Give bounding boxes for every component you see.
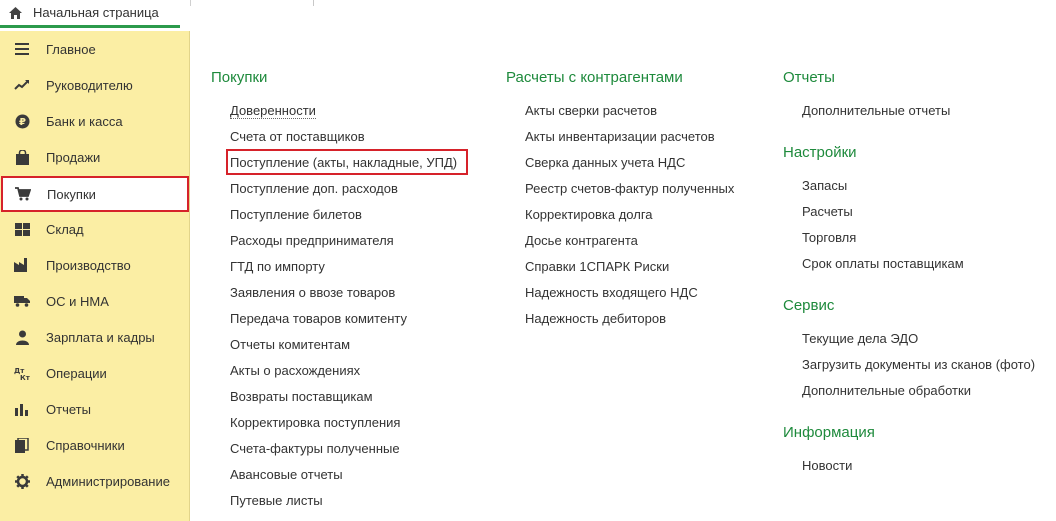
link-entrepreneur-expenses[interactable]: Расходы предпринимателя	[230, 233, 394, 248]
link-additional-processing[interactable]: Дополнительные обработки	[802, 383, 971, 398]
shopping-bag-icon	[14, 149, 30, 165]
link-vat-reconciliation[interactable]: Сверка данных учета НДС	[525, 155, 685, 170]
sidebar-item-sales[interactable]: Продажи	[0, 139, 190, 175]
sidebar-item-label: Отчеты	[46, 401, 91, 417]
link-spark-risks[interactable]: Справки 1СПАРК Риски	[525, 259, 669, 274]
sidebar-item-directories[interactable]: Справочники	[0, 427, 190, 463]
ruble-coin-icon: ₽	[14, 113, 30, 129]
svg-text:Кт: Кт	[20, 374, 30, 381]
link-news[interactable]: Новости	[802, 458, 852, 473]
sidebar-item-label: Покупки	[47, 186, 96, 202]
warehouse-grid-icon	[14, 221, 30, 237]
link-advance-reports[interactable]: Авансовые отчеты	[230, 467, 343, 482]
sidebar-item-purchases[interactable]: Покупки	[1, 176, 189, 212]
section-title-reports: Отчеты	[783, 69, 835, 86]
link-upload-scans[interactable]: Загрузить документы из сканов (фото)	[802, 357, 1035, 372]
sidebar-item-manager[interactable]: Руководителю	[0, 67, 190, 103]
link-reconciliation-acts[interactable]: Акты сверки расчетов	[525, 103, 657, 118]
person-icon	[14, 329, 30, 345]
link-edo-tasks[interactable]: Текущие дела ЭДО	[802, 331, 918, 346]
sidebar-item-label: Банк и касса	[46, 113, 123, 129]
menu-lines-icon	[14, 41, 30, 57]
link-vat-reliability[interactable]: Надежность входящего НДС	[525, 285, 698, 300]
sidebar: Главное Руководителю ₽ Банк и касса Прод…	[0, 31, 190, 521]
shopping-cart-icon	[15, 186, 31, 202]
home-icon	[8, 6, 23, 20]
link-supplier-invoices[interactable]: Счета от поставщиков	[230, 129, 365, 144]
sidebar-item-admin[interactable]: Администрирование	[0, 463, 190, 499]
link-stocks[interactable]: Запасы	[802, 178, 847, 193]
sidebar-item-salary[interactable]: Зарплата и кадры	[0, 319, 190, 355]
sidebar-item-label: Зарплата и кадры	[46, 329, 155, 345]
link-receipt-correction[interactable]: Корректировка поступления	[230, 415, 400, 430]
link-counterparty-dossier[interactable]: Досье контрагента	[525, 233, 638, 248]
trend-up-icon	[14, 77, 30, 93]
sidebar-item-production[interactable]: Производство	[0, 247, 190, 283]
app-window: Начальная страница Главное Руководителю …	[0, 0, 1056, 521]
tab-home[interactable]: Начальная страница	[0, 0, 180, 28]
sidebar-item-label: ОС и НМА	[46, 293, 109, 309]
gear-icon	[14, 473, 30, 489]
section-title-information: Информация	[783, 424, 875, 441]
truck-icon	[14, 293, 30, 309]
sidebar-item-label: Руководителю	[46, 77, 133, 93]
sidebar-item-fixed-assets[interactable]: ОС и НМА	[0, 283, 190, 319]
section-title-service: Сервис	[783, 297, 835, 314]
book-icon	[14, 437, 30, 453]
sidebar-item-bank[interactable]: ₽ Банк и касса	[0, 103, 190, 139]
link-received-invoices[interactable]: Счета-фактуры полученные	[230, 441, 400, 456]
sidebar-item-label: Главное	[46, 41, 96, 57]
sidebar-item-label: Администрирование	[46, 473, 170, 489]
link-additional-reports[interactable]: Дополнительные отчеты	[802, 103, 950, 118]
sidebar-item-warehouse[interactable]: Склад	[0, 211, 190, 247]
section-title-settings: Настройки	[783, 144, 857, 161]
link-additional-costs[interactable]: Поступление доп. расходов	[230, 181, 398, 196]
sidebar-item-label: Продажи	[46, 149, 101, 165]
link-trade[interactable]: Торговля	[802, 230, 856, 245]
link-consignor-reports[interactable]: Отчеты комитентам	[230, 337, 350, 352]
link-tickets[interactable]: Поступление билетов	[230, 207, 362, 222]
sidebar-item-label: Операции	[46, 365, 107, 381]
link-debtor-reliability[interactable]: Надежность дебиторов	[525, 311, 666, 326]
link-calculations[interactable]: Расчеты	[802, 204, 853, 219]
link-transfer-to-consignor[interactable]: Передача товаров комитенту	[230, 311, 407, 326]
section-title-settlements: Расчеты с контрагентами	[506, 69, 683, 86]
link-receipts[interactable]: Поступление (акты, накладные, УПД)	[230, 155, 457, 170]
link-powers-of-attorney[interactable]: Доверенности	[230, 104, 316, 119]
tab-home-label: Начальная страница	[33, 5, 159, 20]
link-waybills[interactable]: Путевые листы	[230, 493, 323, 508]
link-debt-correction[interactable]: Корректировка долга	[525, 207, 653, 222]
main-content: Покупки Доверенности Счета от поставщико…	[190, 31, 1056, 521]
section-title-purchases: Покупки	[211, 69, 268, 86]
content-border	[190, 0, 1056, 6]
debit-credit-icon: Дт Кт	[14, 365, 30, 381]
link-invoice-register[interactable]: Реестр счетов-фактур полученных	[525, 181, 734, 196]
sidebar-item-main[interactable]: Главное	[0, 31, 190, 67]
link-import-applications[interactable]: Заявления о ввозе товаров	[230, 285, 395, 300]
link-inventory-acts[interactable]: Акты инвентаризации расчетов	[525, 129, 715, 144]
sidebar-item-label: Склад	[46, 221, 84, 237]
svg-text:₽: ₽	[19, 117, 26, 128]
link-customs-declaration[interactable]: ГТД по импорту	[230, 259, 325, 274]
link-discrepancy-acts[interactable]: Акты о расхождениях	[230, 363, 360, 378]
factory-icon	[14, 257, 30, 273]
sidebar-item-label: Производство	[46, 257, 131, 273]
bar-chart-icon	[14, 401, 30, 417]
sidebar-item-label: Справочники	[46, 437, 125, 453]
sidebar-item-operations[interactable]: Дт Кт Операции	[0, 355, 190, 391]
sidebar-item-reports[interactable]: Отчеты	[0, 391, 190, 427]
link-supplier-returns[interactable]: Возвраты поставщикам	[230, 389, 373, 404]
link-supplier-payment-terms[interactable]: Срок оплаты поставщикам	[802, 256, 964, 271]
